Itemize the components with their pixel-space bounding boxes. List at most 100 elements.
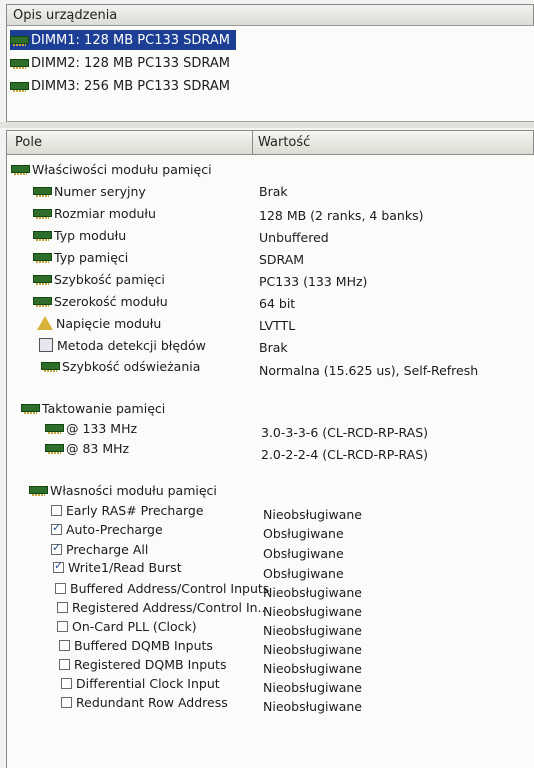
memory-module-icon — [10, 36, 29, 46]
device-list[interactable]: DIMM1: 128 MB PC133 SDRAM DIMM2: 128 MB … — [6, 26, 534, 122]
property-value: 128 MB (2 ranks, 4 banks) — [259, 207, 424, 223]
memory-module-icon — [11, 165, 30, 175]
property-row[interactable]: Rozmiar modułu — [33, 203, 156, 223]
feature-checkbox[interactable] — [57, 620, 68, 632]
feature-value: Obsługiwane — [263, 545, 344, 561]
panel-splitter[interactable] — [0, 122, 534, 128]
feature-row[interactable]: Early RAS# Precharge — [51, 500, 204, 520]
feature-checkbox[interactable] — [51, 521, 62, 535]
property-row[interactable]: @ 133 MHz — [45, 418, 137, 438]
property-row[interactable]: Typ pamięci — [33, 247, 128, 267]
group-title: Właściwości modułu pamięci — [32, 161, 212, 177]
property-label: Szybkość pamięci — [54, 271, 165, 287]
device-item-dimm2[interactable]: DIMM2: 128 MB PC133 SDRAM — [10, 53, 230, 73]
property-label: Rozmiar modułu — [54, 205, 156, 221]
memory-module-icon — [33, 209, 52, 219]
feature-checkbox[interactable] — [55, 582, 66, 594]
memory-module-icon — [45, 424, 64, 434]
group-header-module-props[interactable]: Właściwości modułu pamięci — [11, 159, 212, 179]
property-row[interactable]: @ 83 MHz — [45, 438, 129, 458]
memory-module-icon — [45, 444, 64, 454]
feature-row[interactable]: Differential Clock Input — [61, 673, 220, 693]
property-value: 3.0-3-3-6 (CL-RCD-RP-RAS) — [261, 424, 429, 440]
device-item-dimm3[interactable]: DIMM3: 256 MB PC133 SDRAM — [10, 76, 230, 96]
feature-value: Nieobsługiwane — [263, 584, 362, 600]
property-row[interactable]: Typ modułu — [33, 225, 126, 245]
property-value: 64 bit — [259, 295, 296, 311]
group-header-timing[interactable]: Taktowanie pamięci — [21, 398, 165, 418]
property-label: Szerokość modułu — [54, 293, 168, 309]
table-header: Pole Wartość — [6, 130, 534, 155]
feature-row[interactable]: Precharge All — [51, 539, 148, 559]
property-label: @ 133 MHz — [66, 420, 138, 436]
warning-icon — [37, 316, 53, 330]
feature-value: Nieobsługiwane — [263, 698, 362, 714]
feature-label: Differential Clock Input — [76, 675, 220, 691]
feature-row[interactable]: Buffered Address/Control Inputs — [55, 578, 269, 598]
properties-list[interactable]: Właściwości modułu pamięci Numer seryjny… — [6, 155, 534, 768]
feature-label: Precharge All — [66, 541, 149, 557]
property-label: Typ modułu — [54, 227, 127, 243]
property-label: Napięcie modułu — [56, 315, 162, 331]
feature-row[interactable]: Registered DQMB Inputs — [59, 654, 226, 674]
feature-checkbox[interactable] — [51, 504, 62, 516]
property-row[interactable]: Szybkość odświeżania — [41, 356, 200, 376]
feature-checkbox[interactable] — [59, 658, 70, 670]
feature-value: Nieobsługiwane — [263, 506, 362, 522]
property-value: Unbuffered — [259, 229, 329, 245]
feature-value: Nieobsługiwane — [263, 660, 362, 676]
feature-checkbox[interactable] — [53, 559, 64, 573]
property-value: LVTTL — [259, 317, 296, 333]
device-item-label: DIMM1: 128 MB PC133 SDRAM — [31, 32, 231, 48]
memory-module-icon — [33, 253, 52, 263]
device-item-dimm1[interactable]: DIMM1: 128 MB PC133 SDRAM — [10, 30, 237, 50]
feature-value: Nieobsługiwane — [263, 679, 362, 695]
property-row[interactable]: Szerokość modułu — [33, 291, 168, 311]
feature-value: Nieobsługiwane — [263, 622, 362, 638]
feature-row[interactable]: Buffered DQMB Inputs — [59, 635, 213, 655]
property-row[interactable]: Szybkość pamięci — [33, 269, 165, 289]
property-label: Typ pamięci — [54, 249, 129, 265]
feature-checkbox[interactable] — [61, 696, 72, 708]
column-header-field[interactable]: Pole — [15, 135, 42, 150]
feature-row[interactable]: Auto-Precharge — [51, 519, 163, 539]
feature-label: Auto-Precharge — [66, 521, 163, 537]
device-description-title: Opis urządzenia — [13, 8, 118, 23]
property-row[interactable]: Metoda detekcji błędów — [39, 335, 206, 355]
feature-checkbox[interactable] — [51, 541, 62, 555]
feature-value: Obsługiwane — [263, 565, 344, 581]
group-title: Własności modułu pamięci — [50, 482, 217, 498]
property-value: Brak — [259, 339, 288, 355]
feature-label: Registered DQMB Inputs — [74, 656, 227, 672]
column-divider[interactable] — [252, 131, 253, 154]
feature-row[interactable]: On-Card PLL (Clock) — [57, 616, 197, 636]
feature-label: Registered Address/Control In... — [72, 599, 270, 615]
property-value: SDRAM — [259, 251, 305, 267]
feature-value: Obsługiwane — [263, 525, 344, 541]
property-row[interactable]: Numer seryjny — [33, 181, 146, 201]
group-title: Taktowanie pamięci — [42, 400, 166, 416]
device-description-header[interactable]: Opis urządzenia — [6, 4, 534, 26]
group-header-features[interactable]: Własności modułu pamięci — [29, 480, 217, 500]
feature-row[interactable]: Redundant Row Address — [61, 692, 228, 712]
property-value: Normalna (15.625 us), Self-Refresh — [259, 362, 479, 378]
memory-module-icon — [33, 275, 52, 285]
feature-checkbox[interactable] — [61, 677, 72, 689]
memory-module-icon — [10, 59, 29, 69]
memory-module-icon — [10, 82, 29, 92]
property-value: Brak — [259, 183, 288, 199]
memory-module-icon — [41, 362, 60, 372]
feature-row[interactable]: Write1/Read Burst — [53, 557, 182, 577]
property-row[interactable]: Napięcie modułu — [37, 313, 161, 333]
feature-checkbox[interactable] — [59, 639, 70, 651]
property-label: Szybkość odświeżania — [62, 358, 201, 374]
feature-value: Nieobsługiwane — [263, 641, 362, 657]
device-item-label: DIMM2: 128 MB PC133 SDRAM — [31, 55, 231, 71]
feature-checkbox[interactable] — [57, 601, 68, 613]
memory-module-icon — [33, 231, 52, 241]
property-value: 2.0-2-2-4 (CL-RCD-RP-RAS) — [261, 446, 429, 462]
feature-row[interactable]: Registered Address/Control In... — [57, 597, 269, 617]
feature-label: Buffered Address/Control Inputs — [70, 580, 270, 596]
feature-label: Early RAS# Precharge — [66, 502, 204, 518]
column-header-value[interactable]: Wartość — [258, 135, 310, 150]
